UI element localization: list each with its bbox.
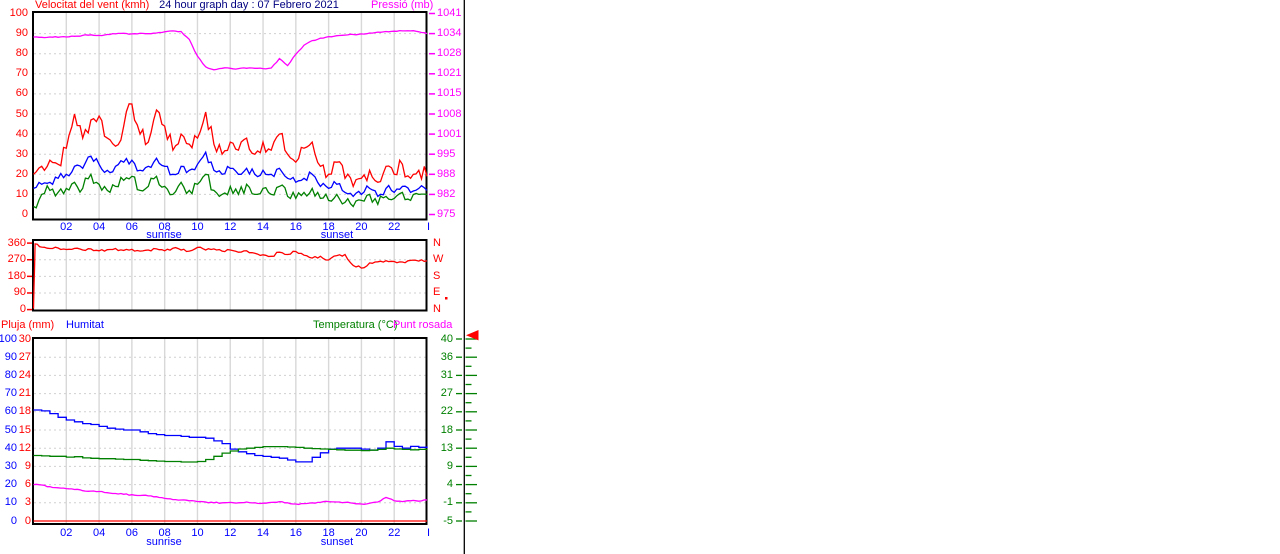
pressure-axis-label: 1008 <box>437 107 462 120</box>
wind-axis-label: 100 <box>9 7 28 19</box>
temperature-axis-label: -5 <box>443 514 453 527</box>
direction-axis-label: 270 <box>7 253 26 266</box>
temperature-axis-label: 18 <box>440 423 453 436</box>
compass-label: N <box>433 303 441 316</box>
humidity-axis-title: Humitat <box>66 319 104 331</box>
hour-label: 20 <box>355 220 368 233</box>
compass-label: W <box>433 253 444 266</box>
hour-label: 22 <box>388 220 401 233</box>
direction-axis-label: 180 <box>7 269 26 282</box>
graph-date-title: 24 hour graph day : 07 Febrero 2021 <box>159 0 339 11</box>
temperature-axis-label: 22 <box>440 405 453 418</box>
pressure-axis-label: 982 <box>437 187 456 200</box>
rain-axis-label: 0 <box>24 514 31 527</box>
pressure-axis-title: Pressió (mb) <box>371 0 434 11</box>
axis-end-marker: I <box>426 220 431 233</box>
axis-end-marker: I <box>426 526 431 539</box>
pressure-axis-label: 1015 <box>437 87 462 100</box>
pressure-axis-label: 1034 <box>437 27 462 40</box>
rain-axis-label: 6 <box>24 478 31 491</box>
hour-label: 12 <box>224 526 237 539</box>
wind-axis-label: 60 <box>15 87 28 100</box>
direction-axis-label: 90 <box>13 286 26 299</box>
sunrise-label: sunrise <box>146 229 182 241</box>
hour-label: 04 <box>92 526 106 539</box>
compass-dot-marker <box>445 297 448 300</box>
hour-label: 06 <box>125 526 138 539</box>
wind-axis-label: 40 <box>15 127 28 140</box>
direction-axis-label: 0 <box>19 303 26 316</box>
wind-chart-title: Velocitat del vent (kmh) <box>35 0 150 11</box>
rain-axis-label: 21 <box>18 387 31 400</box>
temperature-ruler <box>463 0 479 554</box>
pressure-axis-label: 1001 <box>437 127 462 140</box>
pressure-axis-label: 975 <box>437 208 456 220</box>
hour-label: 20 <box>355 526 368 539</box>
sunrise-label: sunrise <box>146 535 182 548</box>
sunset-label: sunset <box>320 535 354 548</box>
wind-axis-label: 90 <box>15 27 28 40</box>
temperature-axis-label: 13 <box>440 441 453 454</box>
pressure-axis-label: 995 <box>437 147 456 160</box>
charts-canvas <box>27 0 479 554</box>
temperature-axis-label: 31 <box>440 368 453 381</box>
wind-axis-label: 70 <box>15 67 28 80</box>
rain-axis-label: 24 <box>18 368 31 381</box>
wind-axis-label: 20 <box>15 167 28 180</box>
temperature-axis-label: -1 <box>443 496 453 509</box>
temperature-axis-label: 9 <box>446 459 453 472</box>
temperature-axis-label: 4 <box>446 478 453 491</box>
hour-label: 04 <box>92 220 106 233</box>
temperature-axis-label: 27 <box>440 387 453 400</box>
pressure-axis-label: 1028 <box>437 47 462 60</box>
temperature-axis-title: Temperatura (°C) <box>313 319 398 331</box>
wind-axis-label: 50 <box>15 107 28 120</box>
chart-grid-2 <box>34 339 426 523</box>
compass-label: E <box>433 286 441 299</box>
dew-point-axis-title: Punt rosada <box>393 319 453 331</box>
temperature-axis-label: 40 <box>440 332 453 345</box>
pressure-axis-label: 1021 <box>437 67 462 80</box>
direction-axis-label: 360 <box>7 236 26 249</box>
rain-axis-label: 9 <box>24 459 31 472</box>
hour-label: 10 <box>191 526 204 539</box>
hour-label: 10 <box>191 220 204 233</box>
chart-grid-1 <box>34 241 426 310</box>
rain-axis-label: 18 <box>18 405 31 418</box>
hour-label: 22 <box>388 526 401 539</box>
pressure-axis-label: 988 <box>437 167 456 180</box>
wind-axis-label: 10 <box>15 187 28 200</box>
pressure-axis-label: 1041 <box>437 7 462 19</box>
hour-label: 14 <box>256 220 270 233</box>
weather-24h-graph-page: Velocitat del vent (kmh) 24 hour graph d… <box>0 0 1280 554</box>
hour-label: 02 <box>60 526 73 539</box>
sunset-label: sunset <box>320 229 354 241</box>
wind-axis-label: 30 <box>15 147 28 160</box>
wind-axis-label: 80 <box>15 47 28 60</box>
rain-axis-label: 3 <box>24 496 31 509</box>
rain-axis-label: 27 <box>18 350 31 363</box>
wind-axis-label: 0 <box>21 208 28 220</box>
hour-label: 16 <box>289 220 302 233</box>
hour-label: 16 <box>289 526 302 539</box>
compass-label: N <box>433 236 441 249</box>
hour-label: 06 <box>125 220 138 233</box>
rain-axis-label: 12 <box>18 441 31 454</box>
rain-axis-label: 30 <box>18 332 31 345</box>
hour-label: 14 <box>256 526 270 539</box>
rain-axis-title: Pluja (mm) <box>1 319 55 331</box>
hour-label: 12 <box>224 220 237 233</box>
hour-label: 02 <box>60 220 73 233</box>
rain-axis-label: 15 <box>18 423 31 436</box>
temperature-axis-label: 36 <box>440 350 453 363</box>
compass-label: S <box>433 269 441 282</box>
